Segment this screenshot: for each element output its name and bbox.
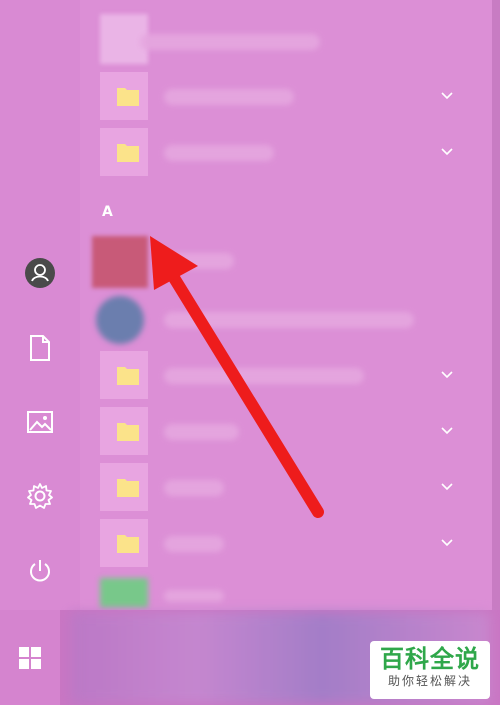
list-item[interactable] xyxy=(92,14,482,66)
windows-logo-icon xyxy=(19,646,41,669)
app-name-blurred xyxy=(164,89,294,105)
folder-icon xyxy=(117,367,139,385)
app-name-blurred xyxy=(164,312,414,328)
chevron-down-icon[interactable] xyxy=(438,421,456,439)
app-tile xyxy=(100,519,148,567)
list-item[interactable] xyxy=(92,72,482,124)
app-name-blurred xyxy=(164,590,224,602)
user-account-button[interactable] xyxy=(20,253,60,293)
list-item[interactable] xyxy=(92,519,482,571)
start-button[interactable] xyxy=(0,610,60,705)
app-name-blurred xyxy=(164,536,224,552)
app-name-blurred xyxy=(164,145,274,161)
folder-icon xyxy=(117,535,139,553)
chevron-down-icon[interactable] xyxy=(438,477,456,495)
settings-icon xyxy=(27,483,53,509)
folder-icon xyxy=(117,479,139,497)
app-tile xyxy=(100,128,148,176)
settings-button[interactable] xyxy=(20,476,60,516)
app-tile[interactable] xyxy=(100,578,148,608)
app-tile[interactable] xyxy=(96,296,144,344)
app-name-blurred xyxy=(164,368,364,384)
folder-icon xyxy=(117,88,139,106)
app-tile xyxy=(100,72,148,120)
app-name-blurred xyxy=(164,253,234,269)
section-header[interactable]: A xyxy=(102,204,113,220)
watermark-title: 百科全说 xyxy=(380,645,480,673)
list-item[interactable] xyxy=(92,351,482,403)
chevron-down-icon[interactable] xyxy=(438,365,456,383)
app-list: A xyxy=(92,0,492,610)
app-name-blurred xyxy=(140,34,320,50)
chevron-down-icon[interactable] xyxy=(438,533,456,551)
app-tile xyxy=(100,351,148,399)
pictures-icon xyxy=(27,411,53,433)
app-name-blurred xyxy=(164,424,239,440)
app-name-blurred xyxy=(164,480,224,496)
watermark-subtitle: 助你轻松解决 xyxy=(387,674,472,688)
chevron-down-icon[interactable] xyxy=(438,142,456,160)
list-item[interactable] xyxy=(92,463,482,515)
app-tile[interactable] xyxy=(92,236,148,288)
power-button[interactable] xyxy=(20,551,60,591)
folder-icon xyxy=(117,423,139,441)
start-menu-rail xyxy=(0,0,80,610)
user-icon xyxy=(25,258,55,288)
list-item[interactable] xyxy=(92,128,482,180)
scrollbar-track[interactable] xyxy=(492,0,500,610)
pictures-button[interactable] xyxy=(20,402,60,442)
document-icon xyxy=(30,335,50,361)
app-tile xyxy=(100,463,148,511)
watermark: 百科全说 助你轻松解决 xyxy=(370,641,490,699)
folder-icon xyxy=(117,144,139,162)
app-tile xyxy=(100,407,148,455)
documents-button[interactable] xyxy=(20,328,60,368)
power-icon xyxy=(30,560,50,582)
list-item[interactable] xyxy=(92,407,482,459)
chevron-down-icon[interactable] xyxy=(438,86,456,104)
